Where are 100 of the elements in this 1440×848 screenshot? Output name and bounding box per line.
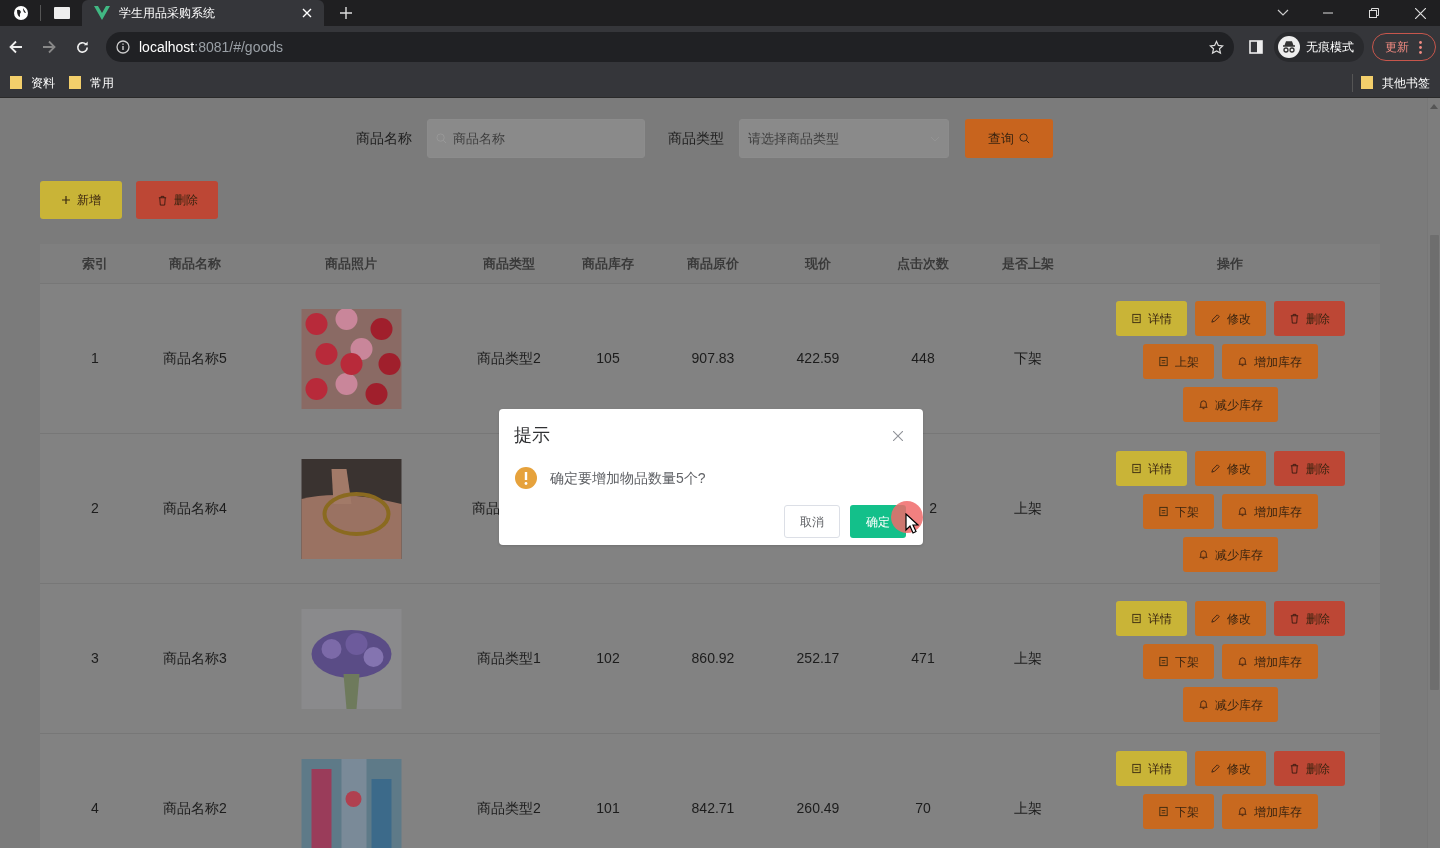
chevron-down-icon[interactable] — [1277, 9, 1289, 17]
pencil-icon — [1209, 763, 1221, 774]
bookmark-item[interactable]: 资料 — [10, 73, 55, 92]
reload-icon[interactable] — [75, 39, 90, 55]
action-button[interactable]: 修改 — [1194, 301, 1266, 336]
document-icon — [1130, 313, 1142, 324]
bell-icon — [1237, 656, 1248, 667]
action-button[interactable]: 修改 — [1194, 601, 1266, 636]
field-label: 商品名称 — [356, 129, 412, 148]
action-button[interactable]: 减少库存 — [1182, 537, 1278, 572]
table-cell-text: 商品名称4 — [163, 499, 227, 518]
table-cell-text: 上架 — [1014, 499, 1042, 518]
new-tab-icon[interactable] — [340, 7, 352, 19]
column-header: 点击次数 — [897, 254, 949, 273]
trash-icon — [1288, 463, 1300, 474]
star-icon[interactable] — [1209, 39, 1224, 55]
bookmark-item[interactable]: 常用 — [69, 73, 114, 92]
browser-tab[interactable]: 学生用品采购系统 — [82, 0, 324, 26]
table-cell-text: 上架 — [1014, 799, 1042, 818]
select-field[interactable]: 请选择商品类型 — [739, 119, 949, 158]
incognito-icon — [1278, 36, 1300, 58]
cancel-button[interactable]: 取消 — [784, 505, 840, 538]
document-icon — [1157, 356, 1169, 367]
table-cell-text: 商品类型2 — [477, 799, 541, 818]
warning-icon — [514, 466, 538, 490]
cursor-icon — [905, 513, 919, 535]
action-button[interactable]: 详情 — [1115, 601, 1187, 636]
dialog-title: 提示 — [514, 424, 550, 447]
action-button[interactable]: 增加库存 — [1221, 494, 1318, 529]
action-button[interactable]: 删除 — [1273, 751, 1345, 786]
table-cell-text: 商品名称2 — [163, 799, 227, 818]
action-button[interactable]: 减少库存 — [1182, 687, 1278, 722]
trash-icon — [1288, 613, 1300, 624]
action-button[interactable]: 修改 — [1194, 751, 1266, 786]
address-field[interactable]: localhost:8081/#/goods — [106, 32, 1234, 62]
action-button[interactable]: 上架 — [1142, 344, 1214, 379]
pencil-icon — [1209, 313, 1221, 324]
delete-button[interactable]: 删除 — [136, 181, 218, 219]
back-arrow-icon[interactable] — [9, 40, 23, 54]
document-icon — [1157, 656, 1169, 667]
incognito-badge[interactable]: 无痕模式 — [1274, 32, 1364, 62]
globe-icon[interactable] — [13, 5, 29, 21]
column-header: 操作 — [1217, 254, 1243, 273]
table-cell-text: 商品类型1 — [477, 649, 541, 668]
v-logo-icon — [94, 6, 110, 20]
table-cell-text: 上架 — [1014, 649, 1042, 668]
action-button[interactable]: 下架 — [1142, 644, 1214, 679]
url-host: localhost — [139, 37, 195, 57]
forward-arrow-icon[interactable] — [42, 40, 56, 54]
search-field[interactable]: 商品名称 — [427, 119, 645, 158]
table-cell-text: 1 — [91, 349, 99, 368]
bell-icon — [1197, 399, 1209, 410]
folder-icon — [10, 76, 22, 89]
add-button[interactable]: 新增 — [40, 181, 122, 219]
table-cell-text: 商品 — [472, 499, 500, 518]
folder-icon — [1361, 76, 1373, 89]
more-icon — [1419, 40, 1422, 54]
folder-icon — [69, 76, 81, 89]
table-cell-text: 下架 — [1014, 349, 1042, 368]
table-cell-text: 商品类型2 — [477, 349, 541, 368]
column-header: 商品原价 — [687, 254, 739, 273]
column-header: 商品名称 — [169, 254, 221, 273]
action-button[interactable]: 详情 — [1115, 301, 1187, 336]
action-button[interactable]: 增加库存 — [1221, 344, 1318, 379]
table-cell-text: 102 — [596, 649, 620, 668]
info-icon — [116, 40, 130, 54]
table-cell-text: 4 — [91, 799, 99, 818]
document-icon — [1130, 613, 1142, 624]
action-button[interactable]: 删除 — [1273, 451, 1345, 486]
pencil-icon — [1209, 463, 1221, 474]
action-button[interactable]: 减少库存 — [1182, 387, 1278, 422]
action-button[interactable]: 删除 — [1273, 301, 1345, 336]
table-cell-text: 101 — [596, 799, 620, 818]
scrollbar[interactable] — [1427, 98, 1440, 848]
bell-icon — [1237, 806, 1248, 817]
side-panel-icon[interactable] — [1249, 40, 1263, 54]
column-header: 现价 — [805, 254, 831, 273]
action-button[interactable]: 下架 — [1142, 494, 1214, 529]
column-header: 商品库存 — [582, 254, 634, 273]
document-icon — [1130, 763, 1142, 774]
table-cell-text: 3 — [91, 649, 99, 668]
field-label: 商品类型 — [668, 129, 724, 148]
action-button[interactable]: 修改 — [1194, 451, 1266, 486]
action-button[interactable]: 下架 — [1142, 794, 1214, 829]
document-icon — [1130, 463, 1142, 474]
restore-icon[interactable] — [1369, 8, 1379, 18]
table-cell-text: 252.17 — [796, 649, 840, 668]
action-button[interactable]: 增加库存 — [1221, 794, 1318, 829]
trash-icon — [1288, 763, 1300, 774]
action-button[interactable]: 删除 — [1273, 601, 1345, 636]
action-button[interactable]: 增加库存 — [1221, 644, 1318, 679]
action-button[interactable]: 详情 — [1115, 451, 1187, 486]
bookmark-item[interactable]: 其他书签 — [1361, 73, 1430, 92]
query-button[interactable]: 查询 — [965, 119, 1053, 158]
table-cell-text: 105 — [596, 349, 620, 368]
plus-icon — [61, 195, 71, 205]
column-header: 索引 — [82, 254, 108, 273]
table-cell-text: 70 — [915, 799, 931, 818]
action-button[interactable]: 详情 — [1115, 751, 1187, 786]
table-cell-text: 2 — [929, 499, 937, 518]
